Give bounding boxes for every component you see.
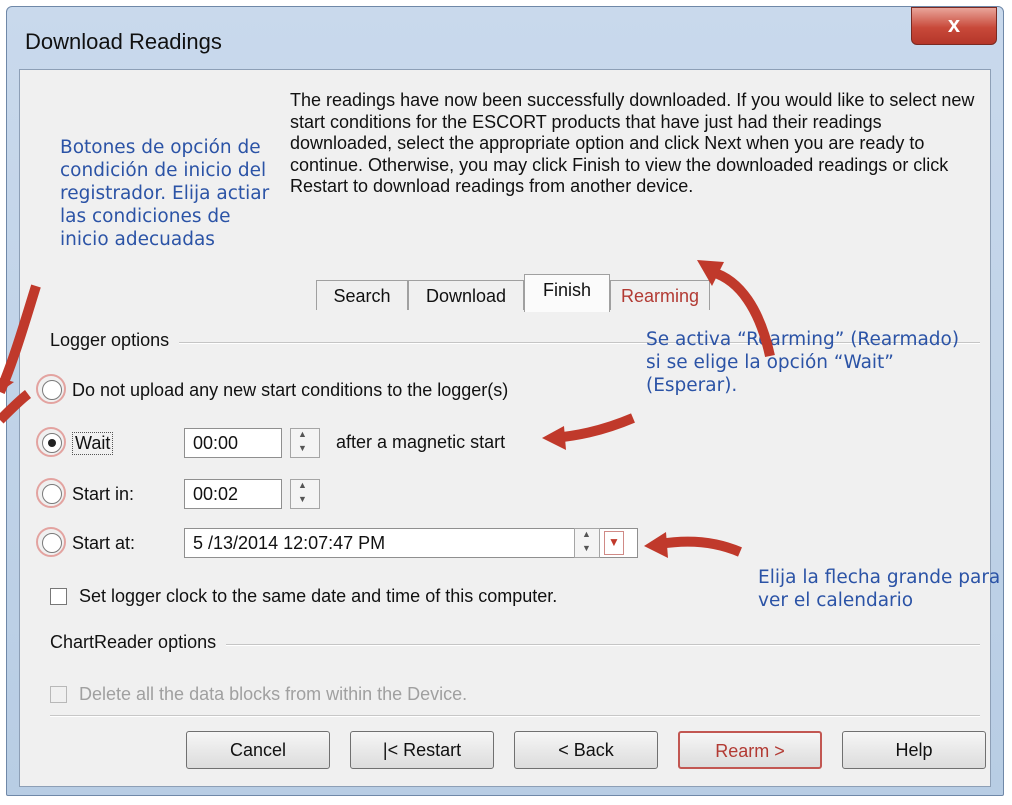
arrow-left-lower-icon (0, 390, 32, 424)
arrow-wait-head-icon (542, 426, 566, 450)
arrow-calendar-icon (659, 536, 742, 557)
arrow-wait-icon (553, 413, 635, 443)
arrow-rearming-icon (710, 267, 775, 358)
arrow-left-icon (0, 284, 41, 395)
annotation-arrows (0, 260, 775, 558)
arrow-calendar-head-icon (644, 532, 668, 558)
